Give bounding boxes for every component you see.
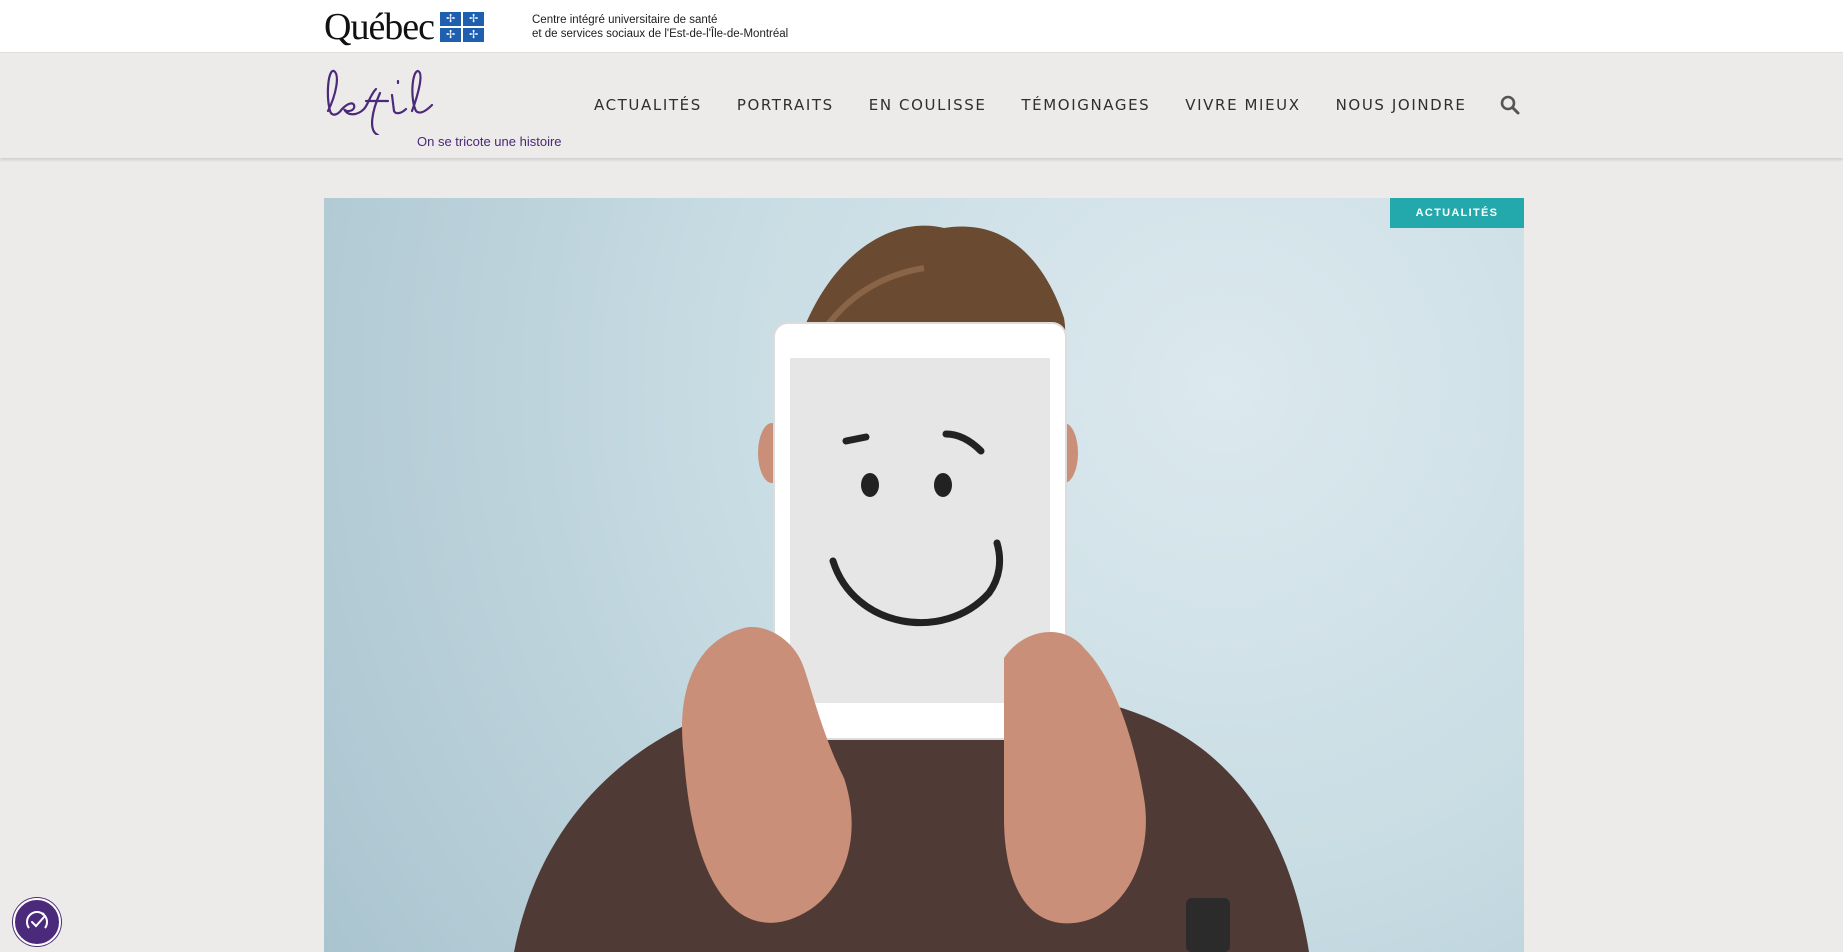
search-button[interactable] <box>1499 94 1521 116</box>
site-header: On se tricote une histoire ACTUALITÉS PO… <box>0 53 1843 158</box>
institution-bar: Québec ✢ ✢ ✢ ✢ Centre intégré universitaire… <box>0 0 1843 53</box>
institution-name: Centre intégré universitaire de santé et… <box>532 13 788 41</box>
nav-nous-joindre[interactable]: NOUS JOINDRE <box>1336 96 1467 114</box>
nav-actualites[interactable]: ACTUALITÉS <box>594 96 702 114</box>
fleurdelise-flag-icon: ✢ ✢ ✢ ✢ <box>440 12 485 42</box>
quebec-wordmark: Québec <box>324 6 435 48</box>
tagline: On se tricote une histoire <box>417 134 562 149</box>
nav-vivre-mieux[interactable]: VIVRE MIEUX <box>1185 96 1300 114</box>
main-navigation: ACTUALITÉS PORTRAITS EN COULISSE TÉMOIGN… <box>594 96 1501 114</box>
nav-portraits[interactable]: PORTRAITS <box>737 96 834 114</box>
accessibility-button[interactable] <box>13 898 61 946</box>
institution-name-line-2: et de services sociaux de l'Est-de-l'Île… <box>532 28 789 40</box>
nav-en-coulisse[interactable]: EN COULISSE <box>869 96 987 114</box>
le-fil-logo[interactable]: On se tricote une histoire <box>322 65 572 149</box>
hero-illustration <box>514 225 1309 952</box>
hero-image <box>324 198 1524 952</box>
quebec-logo[interactable]: Québec ✢ ✢ ✢ ✢ <box>324 6 485 48</box>
search-icon <box>1500 95 1520 115</box>
le-fil-logo-icon <box>326 69 434 135</box>
accessibility-icon <box>26 911 48 929</box>
category-badge[interactable]: ACTUALITÉS <box>1390 198 1524 228</box>
nav-temoignages[interactable]: TÉMOIGNAGES <box>1021 96 1150 114</box>
institution-name-line-1: Centre intégré universitaire de santé <box>532 14 718 26</box>
